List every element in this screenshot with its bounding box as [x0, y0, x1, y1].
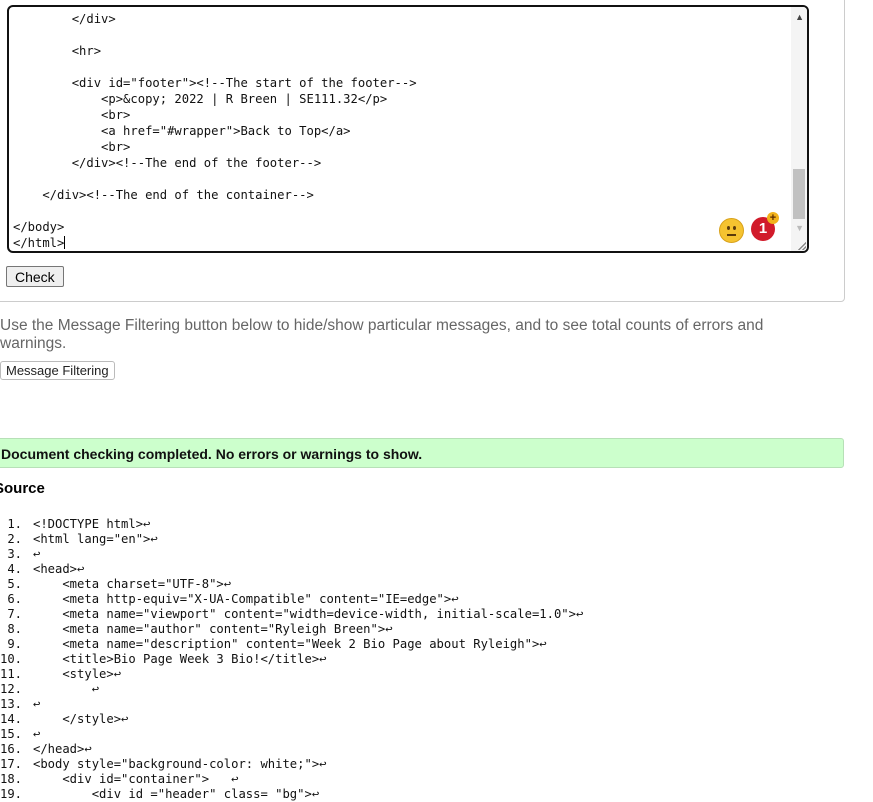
- line-code: <div id="container"> ↩: [33, 772, 239, 786]
- scroll-up-arrow-icon[interactable]: ▲: [795, 13, 804, 22]
- editor-line: </div><!--The end of the footer-->: [13, 156, 322, 170]
- line-number: 18.: [0, 772, 23, 786]
- source-line: 4. <head>↩: [0, 562, 873, 577]
- source-line: 17. <body style="background-color: white;…: [0, 757, 873, 772]
- editor-line: <br>: [13, 108, 131, 122]
- plus-icon: +: [767, 212, 779, 224]
- line-number: 10.: [0, 652, 23, 666]
- source-listing: 1. <!DOCTYPE html>↩ 2. <html lang="en">↩ 3. ↩…: [0, 517, 873, 802]
- line-code: <div id ="header" class= "bg">↩: [33, 787, 320, 801]
- source-line: 3. ↩: [0, 547, 873, 562]
- source-heading: Source: [0, 480, 45, 497]
- neutral-face-emoji-icon[interactable]: [719, 218, 744, 243]
- source-line: 8. <meta name="author" content="Ryleigh …: [0, 622, 873, 637]
- source-line: 6. <meta http-equiv="X-UA-Compatible" co…: [0, 592, 873, 607]
- source-line: 11. <style>↩: [0, 667, 873, 682]
- line-code: ↩: [33, 682, 100, 696]
- success-banner: Document checking completed. No errors o…: [0, 438, 844, 468]
- line-number: 11.: [0, 667, 23, 681]
- line-code: <meta charset="UTF-8">↩: [33, 577, 232, 591]
- source-line: 19. <div id ="header" class= "bg">↩: [0, 787, 873, 802]
- line-number: 15.: [0, 727, 23, 741]
- editor-line: </div><!--The end of the container-->: [13, 188, 314, 202]
- source-line: 7. <meta name="viewport" content="width=…: [0, 607, 873, 622]
- line-number: 7.: [7, 607, 22, 621]
- source-line: 1. <!DOCTYPE html>↩: [0, 517, 873, 532]
- message-filtering-button[interactable]: Message Filtering: [0, 361, 115, 380]
- line-number: 9.: [7, 637, 22, 651]
- line-number: 14.: [0, 712, 23, 726]
- line-code: </style>↩: [33, 712, 129, 726]
- editor-line: <hr>: [13, 44, 102, 58]
- editor-line: </html>: [13, 236, 66, 250]
- success-message: Document checking completed. No errors o…: [1, 446, 423, 462]
- source-line: 18. <div id="container"> ↩: [0, 772, 873, 787]
- line-number: 6.: [7, 592, 22, 606]
- line-number: 3.: [7, 547, 22, 561]
- source-line: 14. </style>↩: [0, 712, 873, 727]
- line-number: 12.: [0, 682, 23, 696]
- line-number: 8.: [7, 622, 22, 636]
- line-code: ↩: [33, 727, 41, 741]
- line-code: <meta name="description" content="Week 2…: [33, 637, 547, 651]
- source-line: 10. <title>Bio Page Week 3 Bio!</title>↩: [0, 652, 873, 667]
- editor-line: </body>: [13, 220, 65, 234]
- line-code: </head>↩: [33, 742, 92, 756]
- source-line: 12. ↩: [0, 682, 873, 697]
- scrollbar-thumb[interactable]: [793, 169, 805, 219]
- line-code: <body style="background-color: white;">↩: [33, 757, 327, 771]
- source-line: 5. <meta charset="UTF-8">↩: [0, 577, 873, 592]
- scroll-down-arrow-icon[interactable]: ▼: [795, 224, 804, 233]
- line-number: 13.: [0, 697, 23, 711]
- line-number: 2.: [7, 532, 22, 546]
- source-line: 9. <meta name="description" content="Wee…: [0, 637, 873, 652]
- line-number: 16.: [0, 742, 23, 756]
- source-line: 2. <html lang="en">↩: [0, 532, 873, 547]
- source-line: 13. ↩: [0, 697, 873, 712]
- line-code: <style>↩: [33, 667, 122, 681]
- line-code: <head>↩: [33, 562, 85, 576]
- line-code: <!DOCTYPE html>↩: [33, 517, 151, 531]
- editor-line: <br>: [13, 140, 131, 154]
- filter-help-text: Use the Message Filtering button below t…: [0, 317, 764, 352]
- line-code: <title>Bio Page Week 3 Bio!</title>↩: [33, 652, 327, 666]
- editor-line: <a href="#wrapper">Back to Top</a>: [13, 124, 351, 138]
- line-code: <meta name="viewport" content="width=dev…: [33, 607, 584, 621]
- line-number: 1.: [7, 517, 22, 531]
- text-caret: [64, 236, 66, 249]
- editor-text[interactable]: </div> <hr> <div id="footer"><!--The sta…: [13, 11, 787, 251]
- line-number: 4.: [7, 562, 22, 576]
- line-code: <html lang="en">↩: [33, 532, 158, 546]
- line-number: 5.: [7, 577, 22, 591]
- line-number: 17.: [0, 757, 23, 771]
- code-editor[interactable]: </div> <hr> <div id="footer"><!--The sta…: [7, 5, 809, 253]
- resize-handle-icon[interactable]: [798, 242, 806, 250]
- editor-scrollbar[interactable]: ▲ ▼: [791, 7, 807, 251]
- source-line: 15. ↩: [0, 727, 873, 742]
- line-code: ↩: [33, 547, 41, 561]
- line-code: <meta name="author" content="Ryleigh Bre…: [33, 622, 393, 636]
- line-code: <meta http-equiv="X-UA-Compatible" conte…: [33, 592, 459, 606]
- editor-line: <div id="footer"><!--The start of the fo…: [13, 76, 417, 90]
- line-code: ↩: [33, 697, 41, 711]
- line-number: 19.: [0, 787, 23, 801]
- editor-line: <p>&copy; 2022 | R Breen | SE111.32</p>: [13, 92, 388, 106]
- editor-line: </div>: [13, 12, 116, 26]
- source-line: 16. </head>↩: [0, 742, 873, 757]
- check-button[interactable]: Check: [6, 266, 64, 287]
